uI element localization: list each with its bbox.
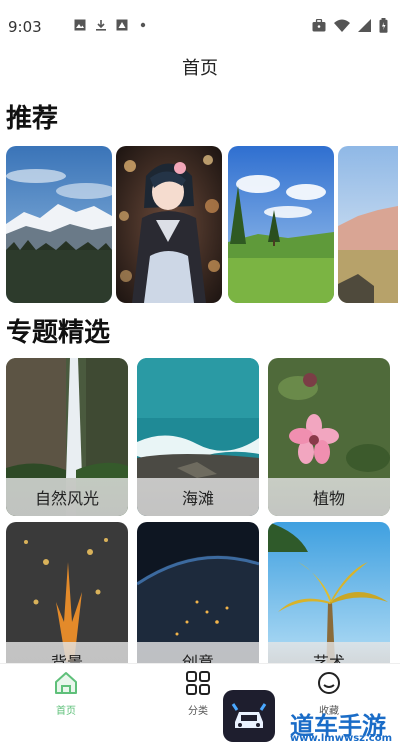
topic-label: 海滩 [137, 478, 259, 516]
green-meadow-wallpaper[interactable] [228, 146, 334, 303]
car-icon [231, 703, 267, 728]
watermark-url: www.lmwwsz.com [290, 733, 392, 744]
section-title-topics: 专题精选 [6, 318, 111, 348]
nav-label-home: 首页 [56, 706, 76, 717]
dot-icon [140, 22, 146, 28]
topic-card-plants[interactable]: 植物 [268, 358, 390, 516]
topic-label: 自然风光 [6, 478, 128, 516]
home-icon [55, 672, 77, 694]
photo-icon [116, 19, 128, 31]
image-icon [74, 19, 86, 31]
status-time: 9:03 [8, 18, 42, 36]
download-icon [96, 20, 106, 31]
topic-card-background[interactable]: 背景 [6, 522, 128, 680]
desert-landscape-wallpaper[interactable] [338, 146, 398, 303]
favorite-icon [318, 672, 340, 694]
watermark-logo [223, 690, 275, 742]
topic-card-beach[interactable]: 海滩 [137, 358, 259, 516]
status-bar: 9:03 [0, 0, 400, 52]
briefcase-icon [312, 19, 326, 32]
status-notifications [74, 19, 149, 31]
status-system-icons [312, 18, 388, 33]
topic-card-creative[interactable]: 创意 [137, 522, 259, 680]
battery-icon [379, 18, 388, 33]
anime-girl-wallpaper[interactable] [116, 146, 222, 303]
topic-card-art[interactable]: 艺术 [268, 522, 390, 680]
topic-card-nature[interactable]: 自然风光 [6, 358, 128, 516]
snowy-mountain-wallpaper[interactable] [6, 146, 112, 303]
grid-icon [186, 671, 210, 695]
wifi-icon [334, 19, 350, 32]
page-title: 首页 [182, 58, 218, 79]
topic-label: 植物 [268, 478, 390, 516]
signal-icon [358, 19, 371, 32]
section-title-recommend: 推荐 [6, 104, 59, 134]
nav-item-home[interactable]: 首页 [31, 670, 101, 717]
